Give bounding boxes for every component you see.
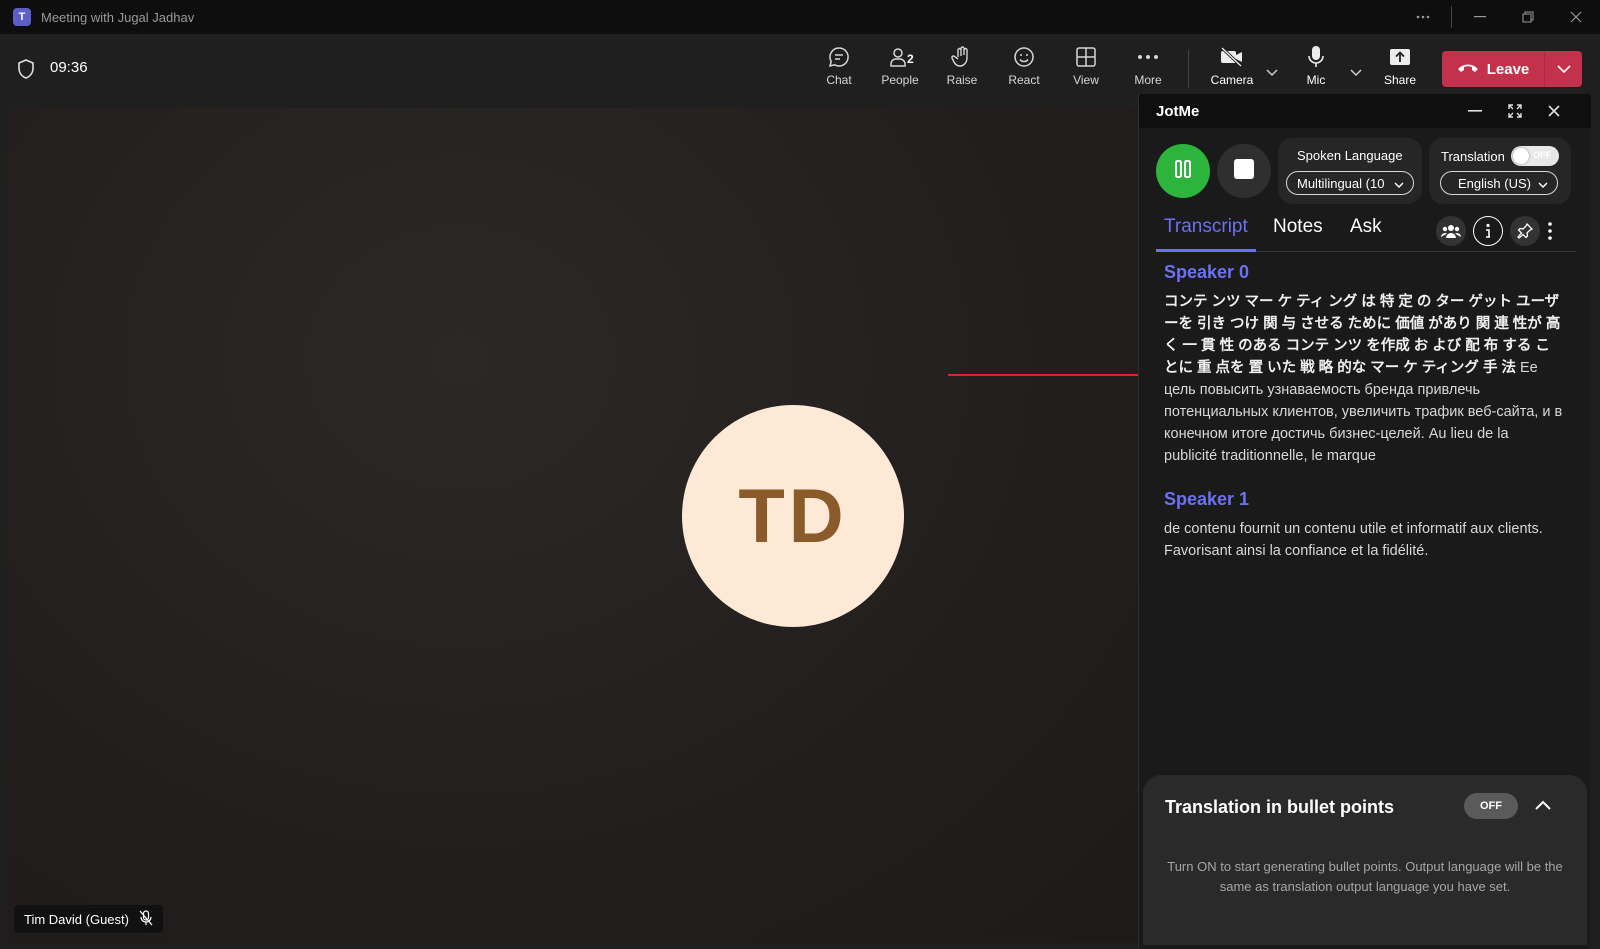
share-label: Share bbox=[1383, 73, 1417, 87]
more-label: More bbox=[1134, 73, 1162, 87]
mic-button[interactable]: Mic bbox=[1288, 42, 1344, 87]
pause-icon bbox=[1174, 159, 1192, 184]
people-button[interactable]: 2 People bbox=[872, 42, 928, 87]
spoken-language-card: Spoken Language Multilingual (10 bbox=[1278, 138, 1422, 204]
bullet-points-toggle[interactable]: OFF bbox=[1464, 793, 1518, 819]
jotme-tabs: Transcript Notes Ask bbox=[1156, 212, 1576, 252]
smiley-icon bbox=[1012, 42, 1036, 72]
translation-label: Translation bbox=[1441, 149, 1505, 164]
tab-ask[interactable]: Ask bbox=[1342, 212, 1390, 252]
toggle-knob bbox=[1513, 148, 1529, 164]
transcript-entry: Speaker 1 de contenu fournit un contenu … bbox=[1164, 489, 1564, 562]
kebab-menu-icon[interactable] bbox=[1543, 216, 1557, 246]
minimize-icon[interactable] bbox=[1456, 0, 1504, 34]
video-stage bbox=[7, 108, 1141, 943]
translation-language-select[interactable]: English (US) bbox=[1440, 171, 1558, 195]
leave-options-chevron-icon[interactable] bbox=[1545, 51, 1582, 87]
raise-label: Raise bbox=[946, 73, 978, 87]
microphone-icon bbox=[1306, 42, 1326, 72]
leave-button[interactable]: Leave bbox=[1442, 51, 1544, 87]
view-button[interactable]: View bbox=[1058, 42, 1114, 87]
window-title: Meeting with Jugal Jadhav bbox=[41, 9, 195, 25]
separator bbox=[1451, 6, 1452, 28]
raise-hand-button[interactable]: Raise bbox=[934, 42, 990, 87]
participant-name-tag: Tim David (Guest) bbox=[14, 905, 163, 933]
camera-off-icon bbox=[1219, 42, 1245, 72]
speaker-name: Speaker 0 bbox=[1164, 262, 1250, 282]
react-label: React bbox=[1008, 73, 1040, 87]
chevron-up-icon[interactable] bbox=[1535, 797, 1551, 815]
bullet-points-card: Translation in bullet points OFF Turn ON… bbox=[1143, 775, 1587, 945]
chat-icon bbox=[827, 42, 851, 72]
participant-name: Tim David (Guest) bbox=[24, 911, 129, 927]
people-count: 2 bbox=[907, 52, 914, 66]
chevron-down-icon bbox=[1538, 177, 1548, 192]
stop-recording-button[interactable] bbox=[1217, 144, 1271, 198]
people-label: People bbox=[881, 73, 919, 87]
jotme-panel: JotMe Spoken Language Multilingual (10 T… bbox=[1138, 94, 1591, 949]
spoken-language-select[interactable]: Multilingual (10 bbox=[1286, 171, 1414, 195]
transcript-list: Speaker 0 コンテ ンツ マー ケ ティ ング は 特 定 の ター ゲ… bbox=[1164, 262, 1564, 584]
transcript-text-japanese: コンテ ンツ マー ケ ティ ング は 特 定 の ター ゲット ユーザ ーを … bbox=[1164, 294, 1561, 376]
jotme-header: JotMe bbox=[1139, 94, 1591, 128]
ellipsis-icon bbox=[1137, 42, 1159, 72]
spoken-language-label: Spoken Language bbox=[1297, 148, 1403, 163]
translation-toggle[interactable]: OFF bbox=[1511, 146, 1559, 166]
tab-transcript[interactable]: Transcript bbox=[1156, 212, 1256, 252]
more-button[interactable]: More bbox=[1120, 42, 1176, 87]
transcript-text-continued: de contenu fournit un contenu utile et i… bbox=[1164, 521, 1543, 559]
chevron-down-icon bbox=[1394, 177, 1404, 192]
transcript-entry: Speaker 0 コンテ ンツ マー ケ ティ ング は 特 定 の ター ゲ… bbox=[1164, 262, 1564, 467]
teams-logo-icon: T bbox=[13, 8, 31, 26]
camera-options-chevron-icon[interactable] bbox=[1266, 64, 1278, 82]
title-bar: T Meeting with Jugal Jadhav bbox=[0, 0, 1600, 34]
leave-label: Leave bbox=[1486, 60, 1530, 78]
shield-icon bbox=[17, 59, 35, 84]
share-screen-icon bbox=[1388, 42, 1412, 72]
phone-hangup-icon bbox=[1457, 61, 1479, 78]
spoken-language-value: Multilingual (10 bbox=[1297, 175, 1385, 191]
info-icon[interactable] bbox=[1473, 216, 1503, 246]
pin-icon[interactable] bbox=[1510, 216, 1540, 246]
react-button[interactable]: React bbox=[996, 42, 1052, 87]
transcript-text: コンテ ンツ マー ケ ティ ング は 特 定 の ター ゲット ユーザ ーを … bbox=[1164, 291, 1564, 467]
translation-toggle-state: OFF bbox=[1533, 150, 1551, 160]
hand-icon bbox=[950, 42, 974, 72]
translation-card: Translation OFF English (US) bbox=[1429, 138, 1571, 204]
speaker-name: Speaker 1 bbox=[1164, 489, 1250, 509]
close-icon[interactable] bbox=[1543, 101, 1565, 121]
bullet-points-description: Turn ON to start generating bullet point… bbox=[1167, 859, 1563, 894]
leave-button-group: Leave bbox=[1442, 51, 1582, 87]
annotation-arrow-line bbox=[948, 374, 1153, 376]
mic-label: Mic bbox=[1306, 73, 1326, 87]
pause-recording-button[interactable] bbox=[1156, 144, 1210, 198]
expand-icon[interactable] bbox=[1504, 101, 1526, 121]
chat-label: Chat bbox=[826, 73, 852, 87]
speakers-icon[interactable] bbox=[1436, 216, 1466, 246]
meeting-header: 09:36 Chat 2 People Raise React View Mor… bbox=[0, 34, 1600, 102]
more-options-icon[interactable] bbox=[1399, 0, 1447, 34]
window-controls bbox=[1399, 0, 1600, 34]
view-label: View bbox=[1073, 73, 1099, 87]
mic-options-chevron-icon[interactable] bbox=[1350, 64, 1362, 82]
participant-avatar: TD bbox=[682, 405, 904, 627]
grid-view-icon bbox=[1075, 42, 1097, 72]
restore-icon[interactable] bbox=[1504, 0, 1552, 34]
camera-label: Camera bbox=[1210, 73, 1254, 87]
minimize-icon[interactable] bbox=[1464, 101, 1486, 121]
bullet-points-title: Translation in bullet points bbox=[1165, 797, 1395, 817]
toolbar-separator bbox=[1188, 50, 1189, 88]
share-button[interactable]: Share bbox=[1372, 42, 1428, 87]
tab-notes[interactable]: Notes bbox=[1265, 212, 1331, 252]
camera-button[interactable]: Camera bbox=[1204, 42, 1260, 87]
jotme-title: JotMe bbox=[1156, 103, 1200, 120]
translation-language-value: English (US) bbox=[1458, 175, 1531, 191]
stop-icon bbox=[1233, 158, 1255, 185]
mic-muted-icon bbox=[139, 909, 153, 929]
close-window-icon[interactable] bbox=[1552, 0, 1600, 34]
transcript-text: de contenu fournit un contenu utile et i… bbox=[1164, 518, 1564, 562]
chat-button[interactable]: Chat bbox=[811, 42, 867, 87]
meeting-timer: 09:36 bbox=[50, 59, 88, 76]
